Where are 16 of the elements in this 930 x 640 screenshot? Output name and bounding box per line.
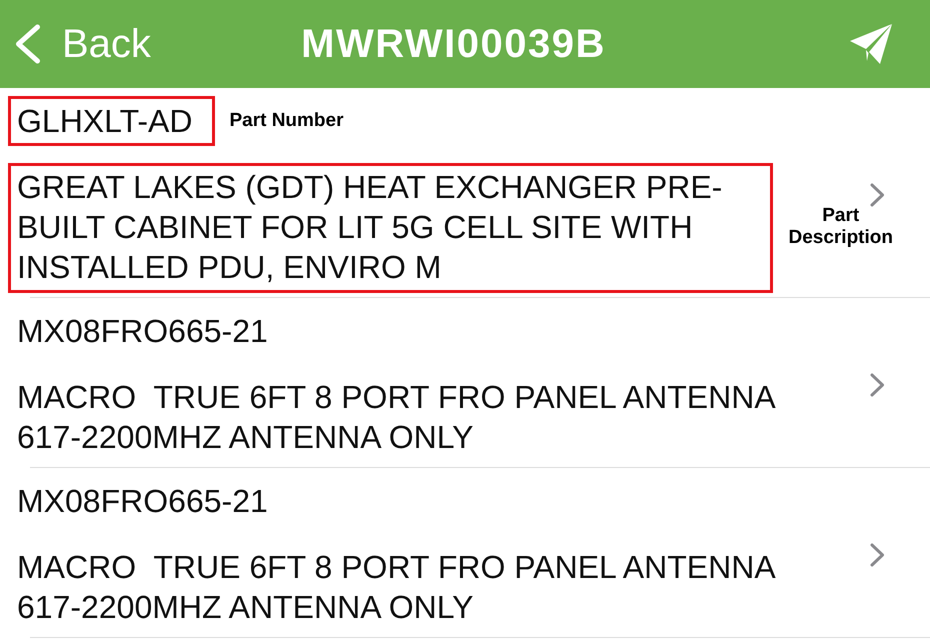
chevron-right-icon — [870, 542, 885, 566]
part-number: MX08FRO665-21 — [16, 482, 268, 521]
callout-label: Part Description — [788, 205, 893, 249]
screen-title: MWRWI00039B — [301, 22, 606, 66]
paper-plane-icon — [850, 24, 892, 64]
back-button[interactable]: Back — [15, 20, 151, 68]
part-number: MX08FRO665-21 — [16, 312, 268, 351]
part-description: GREAT LAKES (GDT) HEAT EXCHANGER PRE-BUILT CABINET FOR LIT 5G CELL SITE WITH INSTALLED PDU, ENVIRO M — [17, 168, 724, 287]
part-number: GLHXLT-AD — [17, 103, 192, 139]
chevron-right-icon — [870, 372, 885, 396]
send-button[interactable] — [850, 24, 892, 64]
part-description: MACRO TRUE 6FT 8 PORT FRO PANEL ANTENNA 617-2200MHZ ANTENNA ONLY — [16, 548, 776, 627]
chevron-left-icon — [15, 24, 41, 64]
part-description: MACRO TRUE 6FT 8 PORT FRO PANEL ANTENNA 617-2200MHZ ANTENNA ONLY — [16, 378, 776, 457]
chevron-right-icon — [870, 182, 885, 206]
callout-label: Part Number — [229, 110, 344, 132]
